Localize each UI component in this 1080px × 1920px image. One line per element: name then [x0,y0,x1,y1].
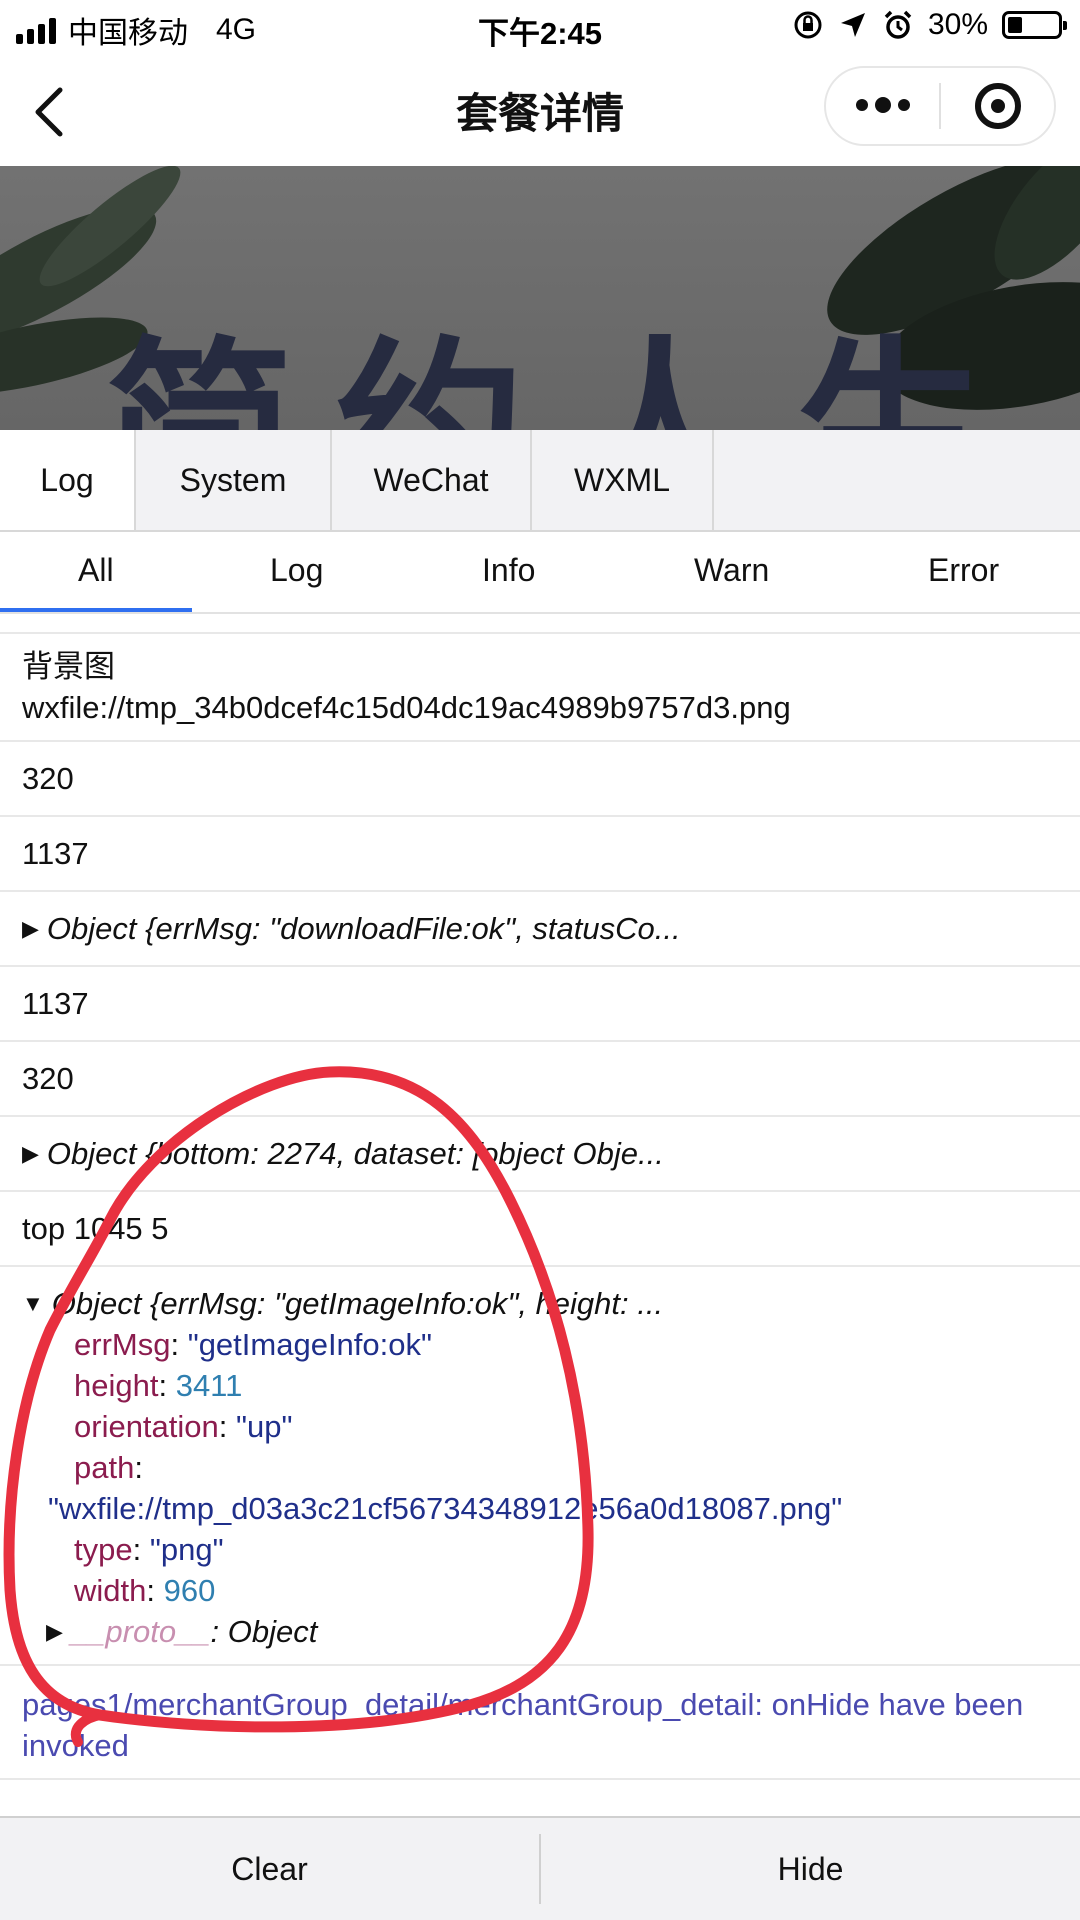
location-icon [840,13,865,37]
capsule-menu [824,66,1056,146]
log-row-object[interactable]: ▶ Object {bottom: 2274, dataset: [object … [0,1117,1080,1192]
collapse-triangle-icon[interactable]: ▼ [22,1283,44,1324]
log-text: Object {errMsg: "getImageInfo:ok", heigh… [51,1286,664,1321]
alarm-icon [884,10,912,39]
filter-log[interactable]: Log [270,552,323,589]
clear-button[interactable]: Clear [0,1818,539,1920]
prop-key: height [74,1368,159,1403]
battery-percent: 30% [927,8,988,41]
more-button[interactable] [826,68,939,144]
log-row: 320 [0,742,1080,817]
target-icon [974,83,1021,129]
prop-value: 3411 [175,1368,243,1403]
filter-all[interactable]: All [78,552,114,589]
prop-key: type [74,1532,133,1567]
log-row: 1137 [0,967,1080,1042]
log-filters: All Log Info Warn Error [0,532,1080,614]
filter-error[interactable]: Error [928,552,999,589]
log-row: 1137 [0,817,1080,892]
tab-system[interactable]: System [136,430,332,530]
console-bottom-bar: Clear Hide [0,1816,1080,1920]
expand-triangle-icon[interactable]: ▶ [22,1133,39,1174]
prop-value: 960 [163,1573,216,1608]
log-row: pages1/merchantGroup_detail/merchantGrou… [0,1666,1080,1780]
tab-wxml[interactable]: WXML [532,430,714,530]
filter-info[interactable]: Info [482,552,535,589]
prop-value: "png" [149,1532,224,1567]
log-row: 320 [0,1042,1080,1117]
log-row-partial [0,614,1080,634]
tab-wechat[interactable]: WeChat [332,430,532,530]
log-row-object[interactable]: ▶ Object {errMsg: "downloadFile:ok", stat… [0,892,1080,967]
log-text: Object {errMsg: "downloadFile:ok", statu… [46,911,681,946]
log-text: Object {bottom: 2274, dataset: [object O… [46,1136,664,1171]
log-text: 背景图 [22,649,115,684]
rotation-lock-icon [794,11,822,39]
hide-button[interactable]: Hide [541,1818,1080,1920]
prop-value: "up" [236,1409,293,1444]
nav-bar: 套餐详情 [0,56,1080,166]
more-icon [855,97,910,113]
prop-key: errMsg [74,1327,171,1362]
log-row: top 1045 5 [0,1192,1080,1267]
log-row: 背景图 wxfile://tmp_34b0dcef4c15d04dc19ac49… [0,634,1080,742]
prop-value: "wxfile://tmp_d03a3c21cf56734348912e56a0… [48,1491,843,1526]
log-text: wxfile://tmp_34b0dcef4c15d04dc19ac4989b9… [22,690,791,725]
tab-log[interactable]: Log [0,430,136,530]
prop-key: path [74,1450,135,1485]
log-row-object-expanded[interactable]: ▼ Object {errMsg: "getImageInfo:ok", heig… [0,1267,1080,1666]
close-miniprogram-button[interactable] [941,68,1054,144]
prop-value: "getImageInfo:ok" [187,1327,433,1362]
expand-triangle-icon[interactable]: ▶ [22,908,39,949]
banner-title: 简约人生 [105,336,1025,431]
status-bar: 中国移动 4G 下午2:45 30% [0,0,1080,56]
expand-triangle-icon[interactable]: ▶ [46,1611,63,1652]
prop-value: : Object [210,1614,318,1649]
filter-warn[interactable]: Warn [694,552,769,589]
log-list[interactable]: 背景图 wxfile://tmp_34b0dcef4c15d04dc19ac49… [0,614,1080,1816]
prop-key: orientation [74,1409,219,1444]
banner-image: 简约人生 [0,166,1080,430]
console-tabs: Log System WeChat WXML [0,430,1080,532]
battery-icon [1002,11,1067,39]
prop-key: __proto__ [70,1614,211,1649]
prop-key: width [74,1573,147,1608]
active-filter-indicator [0,608,192,612]
